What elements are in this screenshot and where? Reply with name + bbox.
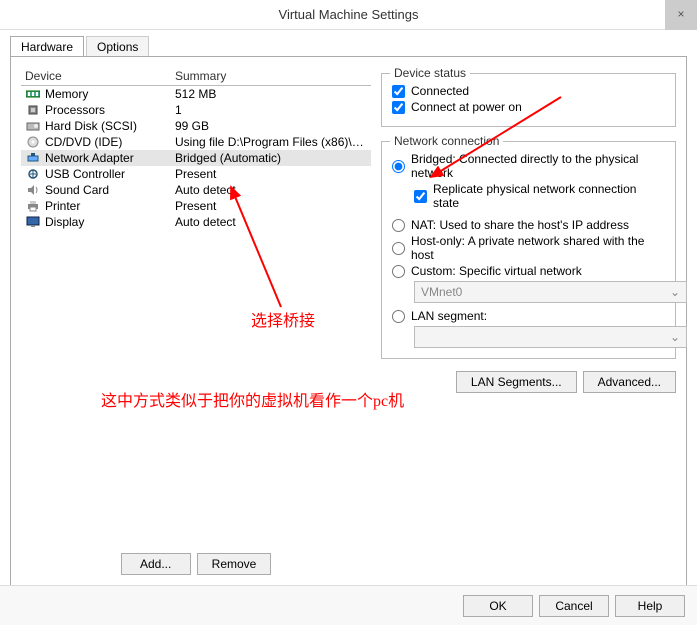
- close-button[interactable]: ×: [665, 0, 697, 30]
- display-icon: [25, 215, 41, 229]
- sound-icon: [25, 183, 41, 197]
- device-row[interactable]: Hard Disk (SCSI)99 GB: [21, 118, 371, 134]
- device-status-group: Device status Connected Connect at power…: [381, 73, 676, 127]
- advanced-button[interactable]: Advanced...: [583, 371, 676, 393]
- device-name: Memory: [45, 87, 175, 101]
- cd-icon: [25, 135, 41, 149]
- device-details: Device status Connected Connect at power…: [381, 67, 676, 575]
- chevron-down-icon: ⌄: [670, 330, 680, 344]
- help-button[interactable]: Help: [615, 595, 685, 617]
- tab-options[interactable]: Options: [86, 36, 149, 57]
- device-summary: Present: [175, 167, 367, 181]
- device-list-buttons: Add... Remove: [21, 547, 371, 575]
- remove-button[interactable]: Remove: [197, 553, 272, 575]
- network-connection-group: Network connection Bridged: Connected di…: [381, 141, 676, 359]
- window-title: Virtual Machine Settings: [279, 7, 419, 22]
- device-row[interactable]: Network AdapterBridged (Automatic): [21, 150, 371, 166]
- usb-icon: [25, 167, 41, 181]
- memory-icon: [25, 87, 41, 101]
- cancel-button[interactable]: Cancel: [539, 595, 609, 617]
- hostonly-radio[interactable]: Host-only: A private network shared with…: [392, 234, 665, 262]
- lan-segments-button[interactable]: LAN Segments...: [456, 371, 577, 393]
- device-row[interactable]: Memory512 MB: [21, 86, 371, 102]
- device-summary: Bridged (Automatic): [175, 151, 367, 165]
- net-icon: [25, 151, 41, 165]
- custom-radio[interactable]: Custom: Specific virtual network: [392, 264, 665, 278]
- device-name: USB Controller: [45, 167, 175, 181]
- disk-icon: [25, 119, 41, 133]
- device-name: Display: [45, 215, 175, 229]
- connected-checkbox[interactable]: Connected: [392, 84, 665, 98]
- ok-button[interactable]: OK: [463, 595, 533, 617]
- device-row[interactable]: Sound CardAuto detect: [21, 182, 371, 198]
- device-list[interactable]: Memory512 MBProcessors1Hard Disk (SCSI)9…: [21, 86, 371, 547]
- device-name: Network Adapter: [45, 151, 175, 165]
- device-list-header: Device Summary: [21, 67, 371, 86]
- device-name: CD/DVD (IDE): [45, 135, 175, 149]
- device-name: Processors: [45, 103, 175, 117]
- cpu-icon: [25, 103, 41, 117]
- nat-radio[interactable]: NAT: Used to share the host's IP address: [392, 218, 665, 232]
- vmnet-select[interactable]: VMnet0⌄: [414, 281, 687, 303]
- device-summary: Auto detect: [175, 215, 367, 229]
- bridged-radio[interactable]: Bridged: Connected directly to the physi…: [392, 152, 665, 180]
- add-button[interactable]: Add...: [121, 553, 191, 575]
- settings-panel: Device Summary Memory512 MBProcessors1Ha…: [10, 56, 687, 586]
- replicate-checkbox[interactable]: Replicate physical network connection st…: [414, 182, 665, 210]
- header-device: Device: [25, 69, 175, 83]
- lan-segment-radio[interactable]: LAN segment:: [392, 309, 665, 323]
- chevron-down-icon: ⌄: [670, 285, 680, 299]
- lan-segment-select[interactable]: ⌄: [414, 326, 687, 348]
- device-name: Sound Card: [45, 183, 175, 197]
- device-summary: 1: [175, 103, 367, 117]
- device-pane: Device Summary Memory512 MBProcessors1Ha…: [21, 67, 371, 575]
- device-row[interactable]: PrinterPresent: [21, 198, 371, 214]
- device-summary: Present: [175, 199, 367, 213]
- network-connection-legend: Network connection: [390, 134, 503, 148]
- device-row[interactable]: DisplayAuto detect: [21, 214, 371, 230]
- device-status-legend: Device status: [390, 66, 470, 80]
- device-summary: 512 MB: [175, 87, 367, 101]
- header-summary: Summary: [175, 69, 367, 83]
- tab-strip: Hardware Options: [10, 36, 687, 57]
- device-summary: Using file D:\Program Files (x86)\Virtua…: [175, 135, 367, 149]
- device-row[interactable]: Processors1: [21, 102, 371, 118]
- device-row[interactable]: USB ControllerPresent: [21, 166, 371, 182]
- printer-icon: [25, 199, 41, 213]
- connect-at-power-on-checkbox[interactable]: Connect at power on: [392, 100, 665, 114]
- network-buttons: LAN Segments... Advanced...: [381, 371, 676, 393]
- device-row[interactable]: CD/DVD (IDE)Using file D:\Program Files …: [21, 134, 371, 150]
- device-name: Hard Disk (SCSI): [45, 119, 175, 133]
- dialog-content: Hardware Options Device Summary Memory51…: [0, 30, 697, 594]
- device-summary: 99 GB: [175, 119, 367, 133]
- tab-hardware[interactable]: Hardware: [10, 36, 84, 57]
- device-summary: Auto detect: [175, 183, 367, 197]
- dialog-buttons: OK Cancel Help: [0, 585, 697, 625]
- titlebar: Virtual Machine Settings ×: [0, 0, 697, 30]
- device-name: Printer: [45, 199, 175, 213]
